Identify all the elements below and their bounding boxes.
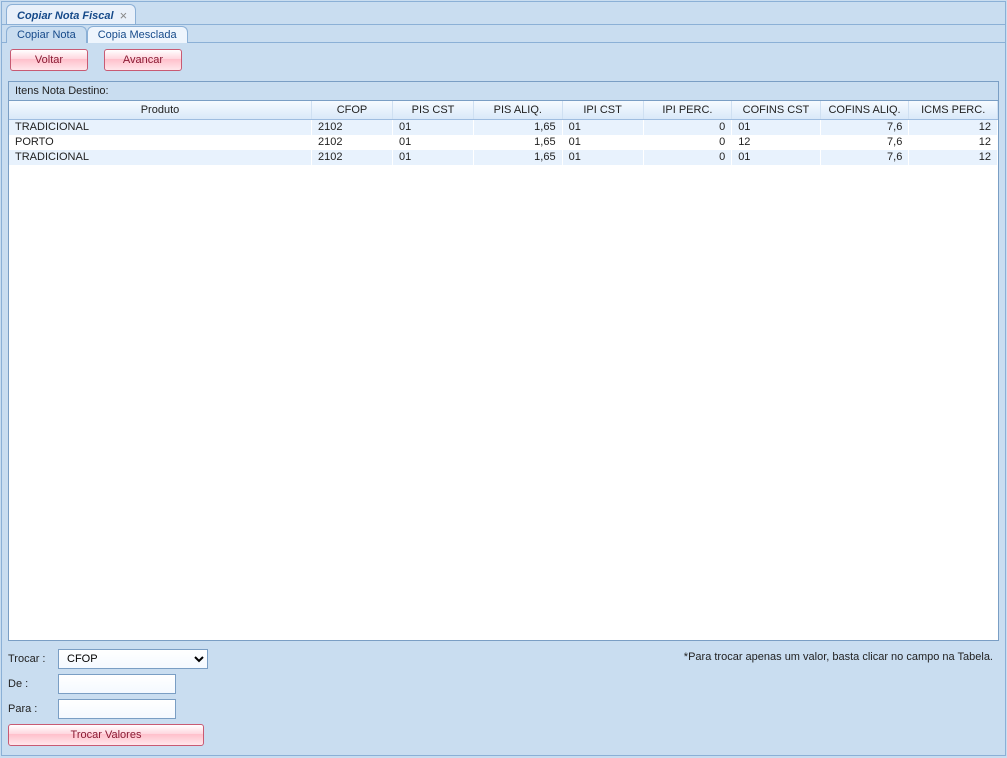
- cell[interactable]: 1,65: [474, 120, 563, 135]
- bottom-bar: Trocar : CFOP De : Para : Trocar Valores…: [8, 649, 999, 746]
- cell[interactable]: 01: [393, 150, 474, 165]
- toolbar: Voltar Avancar: [8, 49, 999, 71]
- col-ipi-perc[interactable]: IPI PERC.: [643, 101, 732, 120]
- cell[interactable]: 12: [732, 135, 821, 150]
- cell[interactable]: 7,6: [820, 135, 909, 150]
- cell[interactable]: 2102: [311, 135, 392, 150]
- col-pis-aliq[interactable]: PIS ALIQ.: [474, 101, 563, 120]
- cell[interactable]: 0: [643, 120, 732, 135]
- de-field[interactable]: [58, 674, 176, 694]
- cell[interactable]: 2102: [311, 150, 392, 165]
- table-row[interactable]: TRADICIONAL2102011,65010017,612: [9, 150, 998, 165]
- cell[interactable]: PORTO: [9, 135, 311, 150]
- col-icms-perc[interactable]: ICMS PERC.: [909, 101, 998, 120]
- tab-label: Copia Mesclada: [98, 29, 177, 41]
- swap-form: Trocar : CFOP De : Para : Trocar Valores: [8, 649, 208, 746]
- window-tab-title: Copiar Nota Fiscal: [17, 10, 114, 22]
- col-cofins-aliq[interactable]: COFINS ALIQ.: [820, 101, 909, 120]
- app-window: Copiar Nota Fiscal × Copiar Nota Copia M…: [1, 1, 1006, 756]
- cell[interactable]: TRADICIONAL: [9, 120, 311, 135]
- cell[interactable]: 01: [732, 150, 821, 165]
- col-cfop[interactable]: CFOP: [311, 101, 392, 120]
- cell[interactable]: 12: [909, 120, 998, 135]
- cell[interactable]: 01: [562, 120, 643, 135]
- cell[interactable]: 1,65: [474, 135, 563, 150]
- para-field[interactable]: [58, 699, 176, 719]
- table-body: TRADICIONAL2102011,65010017,612 PORTO210…: [9, 120, 998, 165]
- hint-text: *Para trocar apenas um valor, basta clic…: [684, 649, 999, 663]
- cell[interactable]: 01: [393, 120, 474, 135]
- table-header-row: Produto CFOP PIS CST PIS ALIQ. IPI CST I…: [9, 101, 998, 120]
- col-pis-cst[interactable]: PIS CST: [393, 101, 474, 120]
- table-row[interactable]: TRADICIONAL2102011,65010017,612: [9, 120, 998, 135]
- para-label: Para :: [8, 703, 58, 715]
- cell[interactable]: 0: [643, 150, 732, 165]
- col-ipi-cst[interactable]: IPI CST: [562, 101, 643, 120]
- close-icon[interactable]: ×: [120, 11, 128, 21]
- col-cofins-cst[interactable]: COFINS CST: [732, 101, 821, 120]
- tab-body: Voltar Avancar Itens Nota Destino: Produ…: [2, 42, 1005, 755]
- de-label: De :: [8, 678, 58, 690]
- cell[interactable]: 2102: [311, 120, 392, 135]
- voltar-button[interactable]: Voltar: [10, 49, 88, 71]
- tab-label: Copiar Nota: [17, 29, 76, 41]
- cell[interactable]: 12: [909, 150, 998, 165]
- cell[interactable]: 12: [909, 135, 998, 150]
- cell[interactable]: 7,6: [820, 120, 909, 135]
- col-produto[interactable]: Produto: [9, 101, 311, 120]
- data-grid[interactable]: Produto CFOP PIS CST PIS ALIQ. IPI CST I…: [9, 101, 998, 640]
- cell[interactable]: 7,6: [820, 150, 909, 165]
- cell[interactable]: 1,65: [474, 150, 563, 165]
- avancar-button[interactable]: Avancar: [104, 49, 182, 71]
- window-tab-strip: Copiar Nota Fiscal ×: [2, 2, 1005, 24]
- cell[interactable]: 01: [393, 135, 474, 150]
- table-area: Itens Nota Destino: Produto CFOP PIS CST…: [8, 81, 999, 641]
- cell[interactable]: 01: [562, 150, 643, 165]
- cell[interactable]: TRADICIONAL: [9, 150, 311, 165]
- cell[interactable]: 0: [643, 135, 732, 150]
- table-row[interactable]: PORTO2102011,65010127,612: [9, 135, 998, 150]
- tab-copia-mesclada[interactable]: Copia Mesclada: [87, 26, 188, 43]
- trocar-select[interactable]: CFOP: [58, 649, 208, 669]
- cell[interactable]: 01: [732, 120, 821, 135]
- tab-copiar-nota[interactable]: Copiar Nota: [6, 26, 87, 43]
- trocar-label: Trocar :: [8, 653, 58, 665]
- sub-tab-strip: Copiar Nota Copia Mesclada: [2, 25, 1005, 43]
- table-title: Itens Nota Destino:: [9, 82, 998, 101]
- panel: Copiar Nota Copia Mesclada Voltar Avanca…: [2, 24, 1005, 755]
- table: Produto CFOP PIS CST PIS ALIQ. IPI CST I…: [9, 101, 998, 165]
- trocar-valores-button[interactable]: Trocar Valores: [8, 724, 204, 746]
- cell[interactable]: 01: [562, 135, 643, 150]
- window-tab-copiar-nota-fiscal[interactable]: Copiar Nota Fiscal ×: [6, 4, 136, 24]
